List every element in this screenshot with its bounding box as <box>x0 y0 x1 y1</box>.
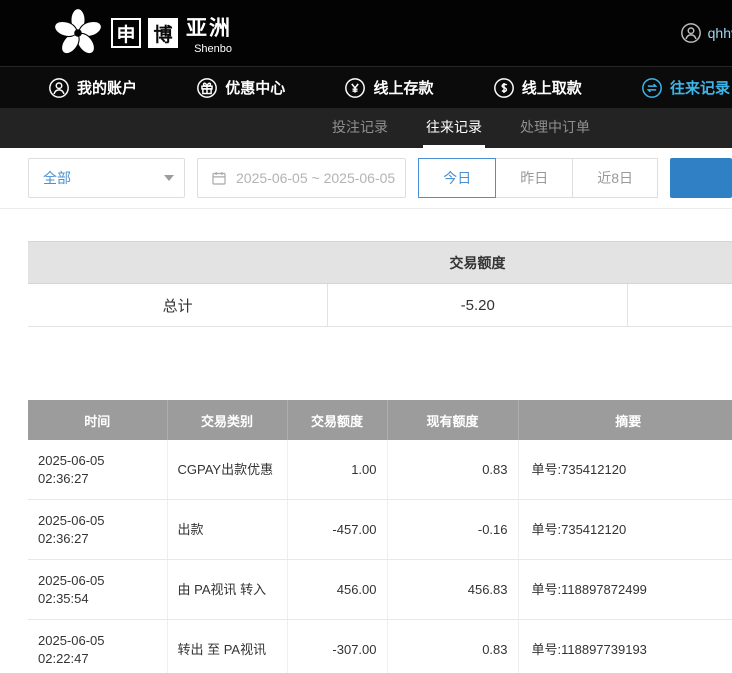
user-avatar-icon <box>680 22 702 44</box>
summary-header-row: 交易额度 <box>28 242 732 284</box>
chevron-down-icon <box>164 175 174 181</box>
cell-time: 2025-06-05 02:35:54 <box>28 560 167 620</box>
table-row: 2025-06-05 02:22:47 转出 至 PA视讯 -307.00 0.… <box>28 620 732 673</box>
brand-text: 亚洲 Shenbo <box>186 12 232 55</box>
nav-label: 线上存款 <box>373 77 433 98</box>
today-button[interactable]: 今日 <box>418 158 496 198</box>
quick-range-group: 今日 昨日 近8日 <box>418 158 658 198</box>
record-tabs: 投注记录 往来记录 处理中订单 <box>0 108 732 148</box>
cell-time: 2025-06-05 02:36:27 <box>28 440 167 500</box>
deposit-coin-icon <box>344 77 366 99</box>
brand-char-shen: 申 <box>111 18 141 48</box>
username: qhhv <box>708 25 732 41</box>
summary-amount-header: 交易额度 <box>28 242 732 284</box>
tab-label: 往来记录 <box>426 117 482 137</box>
table-row: 2025-06-05 02:36:27 出款 -457.00 -0.16 单号:… <box>28 500 732 560</box>
table-row: 2025-06-05 02:36:27 CGPAY出款优惠 1.00 0.83 … <box>28 440 732 500</box>
cell-summary: 单号:735412120 <box>518 500 732 560</box>
cell-amount: 456.00 <box>287 560 387 620</box>
filter-bar: 全部 2025-06-05 ~ 2025-06-05 今日 昨日 近8日 <box>0 148 732 209</box>
nav-item-promotions[interactable]: 优惠中心 <box>196 77 285 99</box>
cell-time: 2025-06-05 02:22:47 <box>28 620 167 673</box>
col-header-amount: 交易额度 <box>287 400 387 440</box>
cell-type: 由 PA视讯 转入 <box>167 560 287 620</box>
cell-balance: -0.16 <box>387 500 518 560</box>
brand-region: 亚洲 <box>186 12 232 42</box>
cell-amount: 1.00 <box>287 440 387 500</box>
brand-char-bo: 博 <box>148 18 178 48</box>
col-header-time: 时间 <box>28 400 167 440</box>
cell-summary: 单号:118897872499 <box>518 560 732 620</box>
col-header-type: 交易类别 <box>167 400 287 440</box>
transfer-record-icon <box>641 77 663 99</box>
main-nav: 我的账户 优惠中心 线上存款 线上取款 <box>0 66 732 108</box>
flower-logo-icon <box>52 7 104 59</box>
account-menu[interactable]: qhhv <box>680 22 732 44</box>
summary-empty-cell <box>628 284 732 327</box>
cell-amount: -457.00 <box>287 500 387 560</box>
type-select-value: 全部 <box>43 168 71 188</box>
nav-item-withdraw[interactable]: 线上取款 <box>493 77 582 99</box>
summary-section: 交易额度 总计 -5.20 <box>28 241 732 327</box>
transactions-body: 2025-06-05 02:36:27 CGPAY出款优惠 1.00 0.83 … <box>28 440 732 673</box>
nav-item-transaction-records[interactable]: 往来记录 <box>641 77 730 99</box>
col-header-summary: 摘要 <box>518 400 732 440</box>
withdraw-coin-icon <box>493 77 515 99</box>
nav-label: 往来记录 <box>670 77 730 98</box>
type-select[interactable]: 全部 <box>28 158 185 198</box>
cell-balance: 0.83 <box>387 440 518 500</box>
tab-label: 处理中订单 <box>520 117 590 137</box>
nav-item-my-account[interactable]: 我的账户 <box>48 77 137 99</box>
cell-summary: 单号:118897739193 <box>518 620 732 673</box>
summary-total-row: 总计 -5.20 <box>28 284 732 327</box>
transactions-header-row: 时间 交易类别 交易额度 现有额度 摘要 <box>28 400 732 440</box>
summary-total-value: -5.20 <box>328 284 628 327</box>
tab-betting-records[interactable]: 投注记录 <box>329 108 391 148</box>
table-row: 2025-06-05 02:35:54 由 PA视讯 转入 456.00 456… <box>28 560 732 620</box>
search-button[interactable] <box>670 158 732 198</box>
cell-type: 出款 <box>167 500 287 560</box>
transactions-table: 时间 交易类别 交易额度 现有额度 摘要 2025-06-05 02:36:27… <box>28 400 732 673</box>
summary-total-label: 总计 <box>28 284 328 327</box>
nav-label: 线上取款 <box>522 77 582 98</box>
top-header: 申 博 亚洲 Shenbo qhhv <box>0 0 732 66</box>
yesterday-button[interactable]: 昨日 <box>495 158 573 198</box>
nav-label: 优惠中心 <box>225 77 285 98</box>
summary-table: 交易额度 总计 -5.20 <box>28 241 732 327</box>
tab-label: 投注记录 <box>332 117 388 137</box>
brand-subtitle: Shenbo <box>194 43 232 55</box>
nav-item-deposit[interactable]: 线上存款 <box>344 77 433 99</box>
cell-type: CGPAY出款优惠 <box>167 440 287 500</box>
gift-icon <box>196 77 218 99</box>
brand-logo[interactable]: 申 博 亚洲 Shenbo <box>52 7 232 59</box>
tab-processing-orders[interactable]: 处理中订单 <box>517 108 593 148</box>
transactions-section: 时间 交易类别 交易额度 现有额度 摘要 2025-06-05 02:36:27… <box>28 400 732 673</box>
tab-transaction-records[interactable]: 往来记录 <box>423 108 485 148</box>
date-range-value: 2025-06-05 ~ 2025-06-05 <box>236 170 395 186</box>
page: 申 博 亚洲 Shenbo qhhv 我的账户 <box>0 0 732 673</box>
cell-time: 2025-06-05 02:36:27 <box>28 500 167 560</box>
cell-balance: 0.83 <box>387 620 518 673</box>
cell-balance: 456.83 <box>387 560 518 620</box>
col-header-balance: 现有额度 <box>387 400 518 440</box>
nav-label: 我的账户 <box>77 77 137 98</box>
cell-summary: 单号:735412120 <box>518 440 732 500</box>
date-range-input[interactable]: 2025-06-05 ~ 2025-06-05 <box>197 158 406 198</box>
cell-type: 转出 至 PA视讯 <box>167 620 287 673</box>
last-8-days-button[interactable]: 近8日 <box>572 158 658 198</box>
cell-amount: -307.00 <box>287 620 387 673</box>
calendar-icon <box>210 169 228 187</box>
user-icon <box>48 77 70 99</box>
